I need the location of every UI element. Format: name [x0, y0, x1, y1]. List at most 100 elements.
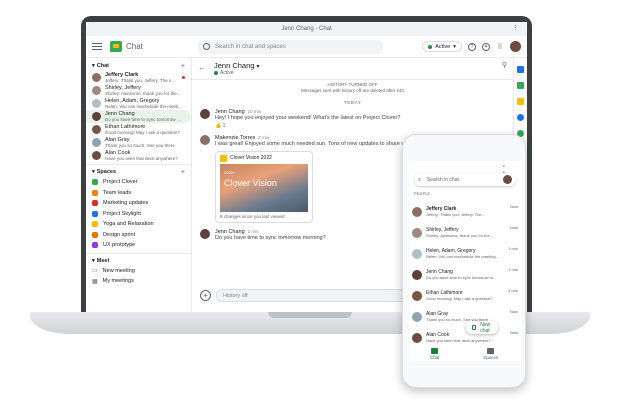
preview-year: 2022+: [224, 170, 236, 175]
tasks-icon[interactable]: [517, 114, 524, 121]
hamburger-menu-icon[interactable]: [92, 43, 102, 50]
new-chat-plus-icon[interactable]: +: [181, 63, 185, 70]
search-input[interactable]: Search in chat and spaces: [198, 39, 383, 54]
apps-grid-icon[interactable]: ⠿: [496, 43, 504, 51]
chat-preview: Do you have time to sync tomorrow morni.…: [105, 117, 185, 122]
space-name: Marketing updates: [103, 200, 149, 207]
mobile-account-avatar[interactable]: [503, 175, 512, 184]
space-icon: [92, 200, 98, 207]
mobile-search-input[interactable]: ≡ Search in chat: [414, 173, 516, 186]
window-titlebar: Jenn Chang - Chat ⋮: [86, 22, 527, 36]
chat-preview: Jeffery: Thank you, Jeffery. The newsle.…: [105, 78, 178, 83]
history-notice: HISTORY TURNED OFF Messages sent with hi…: [192, 82, 513, 94]
chevron-down-icon: ▾: [453, 43, 456, 50]
contact-avatar: [92, 112, 101, 121]
meet-section-label: Meet: [96, 257, 110, 264]
account-avatar[interactable]: [510, 41, 521, 52]
settings-gear-icon[interactable]: ✦: [482, 42, 490, 51]
file-preview-image: 2022+ Clover Vision: [220, 164, 308, 212]
chevron-down-icon: ▾: [92, 257, 95, 264]
sidebar-space-item[interactable]: Team leads: [86, 188, 191, 199]
sidebar-chat-item[interactable]: Alan Cook Have you seen that deck anywher…: [86, 149, 191, 162]
chat-preview: Helen: You can reschedule the meeting...: [426, 254, 499, 259]
window-more-icon[interactable]: ⋮: [512, 24, 519, 32]
space-name: Yoga and Relaxation: [103, 221, 154, 228]
app-name: Chat: [126, 42, 143, 51]
sender-avatar: [200, 229, 210, 239]
sidebar-space-item[interactable]: Project Clover: [86, 177, 191, 188]
chat-preview: Good morning! May I ask a question?: [426, 296, 493, 301]
nav-spaces-tab[interactable]: Spaces: [483, 348, 498, 360]
calendar-icon[interactable]: [517, 66, 524, 73]
spaces-section-header[interactable]: ▾ Spaces +: [86, 167, 191, 177]
conversation-title[interactable]: Jenn Chang ▾: [214, 61, 260, 70]
chevron-down-icon: ▾: [92, 169, 95, 175]
history-note: Messages sent with history off are delet…: [301, 88, 404, 93]
sidebar-space-item[interactable]: Marketing updates: [86, 198, 191, 209]
mobile-chat-item[interactable]: Ethan Lathimore Good morning! May I ask a…: [412, 285, 518, 306]
new-meeting-label: New meeting: [102, 267, 135, 274]
add-attachment-icon[interactable]: +: [200, 289, 211, 301]
sidebar: ▾ Chat + Jeffery Clark Jeffery: Thank you…: [86, 58, 191, 312]
drive-icon[interactable]: [517, 82, 524, 89]
message-time: 2 min: [258, 135, 270, 140]
chat-section-label: Chat: [96, 63, 109, 69]
chat-time: Now: [509, 225, 518, 230]
status-dropdown[interactable]: Active ▾: [422, 41, 462, 52]
sidebar-chat-item[interactable]: Jeffery Clark Jeffery: Thank you, Jeffery…: [86, 71, 191, 84]
sidebar-space-item[interactable]: Project Skylight: [86, 209, 191, 220]
my-meetings-item[interactable]: ▦ My meetings: [86, 276, 191, 287]
space-name: Project Clover: [103, 179, 138, 186]
sidebar-space-item[interactable]: Design sprint: [86, 230, 191, 241]
pin-icon[interactable]: ⚲: [502, 61, 507, 69]
conversation-status: Active: [214, 70, 260, 76]
video-camera-icon: ▭: [92, 268, 98, 275]
space-icon: [92, 179, 98, 186]
unread-dot-icon: [182, 76, 185, 79]
help-icon[interactable]: ?: [468, 42, 476, 51]
conversation-header: ← Jenn Chang ▾ Active ⚲: [192, 58, 513, 80]
day-divider: TODAY: [343, 100, 362, 105]
contact-avatar: [92, 86, 101, 95]
message-text: Hey! I hope you enjoyed your weekend! Wh…: [215, 115, 401, 121]
chat-preview: Do you have time to sync tomorrow m...: [426, 275, 497, 280]
app-header: Chat Search in chat and spaces Active ▾ …: [86, 36, 527, 58]
contact-avatar: [92, 125, 101, 134]
chat-section-header[interactable]: ▾ Chat +: [86, 61, 191, 71]
mobile-chat-item[interactable]: Helen, Adam, Gregory Helen: You can resch…: [412, 243, 518, 264]
mobile-chat-item[interactable]: Jeffery Clark Jeffery: Thank you, Jeffery…: [412, 201, 518, 222]
mobile-chat-item[interactable]: Jenn Chang Do you have time to sync tomor…: [412, 264, 518, 285]
sidebar-chat-item[interactable]: Alan Gray Thank you so much, See you ther…: [86, 136, 191, 149]
sidebar-chat-item[interactable]: Ethan Lathimore Good morning! May I ask a…: [86, 123, 191, 136]
meet-section-header[interactable]: ▾ Meet: [86, 256, 191, 266]
mobile-chat-item[interactable]: Alan Gray Thank you so much. See you ther…: [412, 306, 518, 327]
mobile-chat-item[interactable]: Shirley, Jeffery Shirley: Awesome, thank …: [412, 222, 518, 243]
space-icon: [92, 210, 98, 217]
back-arrow-icon[interactable]: ←: [198, 63, 206, 72]
sidebar-chat-item[interactable]: Shirley, Jeffery Shirley: Awesome, thank …: [86, 84, 191, 97]
preview-headline: Clover Vision: [224, 178, 277, 188]
reaction-chip[interactable]: 👍 1: [215, 123, 400, 129]
space-name: Team leads: [103, 189, 132, 196]
mobile-search-placeholder: Search in chat: [426, 176, 459, 183]
new-meeting-item[interactable]: ▭ New meeting: [86, 266, 191, 277]
new-space-plus-icon[interactable]: +: [181, 169, 185, 176]
sidebar-chat-item[interactable]: Jenn Chang Do you have time to sync tomor…: [86, 110, 191, 123]
mobile-menu-icon[interactable]: ≡: [418, 177, 421, 183]
mobile-chat-list: Jeffery Clark Jeffery: Thank you, Jeffery…: [412, 201, 518, 348]
sidebar-space-item[interactable]: UX prototype: [86, 240, 191, 251]
file-card-header: Clover Vision 2022: [216, 152, 312, 164]
nav-chat-tab[interactable]: Chat: [430, 348, 439, 360]
chat-preview: Jeffery: Thank you, Jeffery. The...: [426, 212, 485, 217]
chevron-down-icon: ▾: [92, 63, 95, 69]
message-text: I was great! Enjoyed some much needed su…: [215, 141, 410, 147]
sidebar-space-item[interactable]: Yoga and Relaxation: [86, 219, 191, 230]
keep-icon[interactable]: [517, 98, 524, 105]
contact-avatar: [92, 151, 101, 160]
file-card[interactable]: Clover Vision 2022 2022+ Clover Vision 8…: [215, 151, 313, 223]
contact-avatar: [92, 99, 101, 108]
new-chat-fab[interactable]: New chat: [466, 321, 499, 334]
sidebar-chat-item[interactable]: Helen, Adam, Gregory Helen: You can resch…: [86, 97, 191, 110]
sender-avatar: [200, 135, 210, 145]
chat-time: 1 min: [508, 246, 518, 251]
